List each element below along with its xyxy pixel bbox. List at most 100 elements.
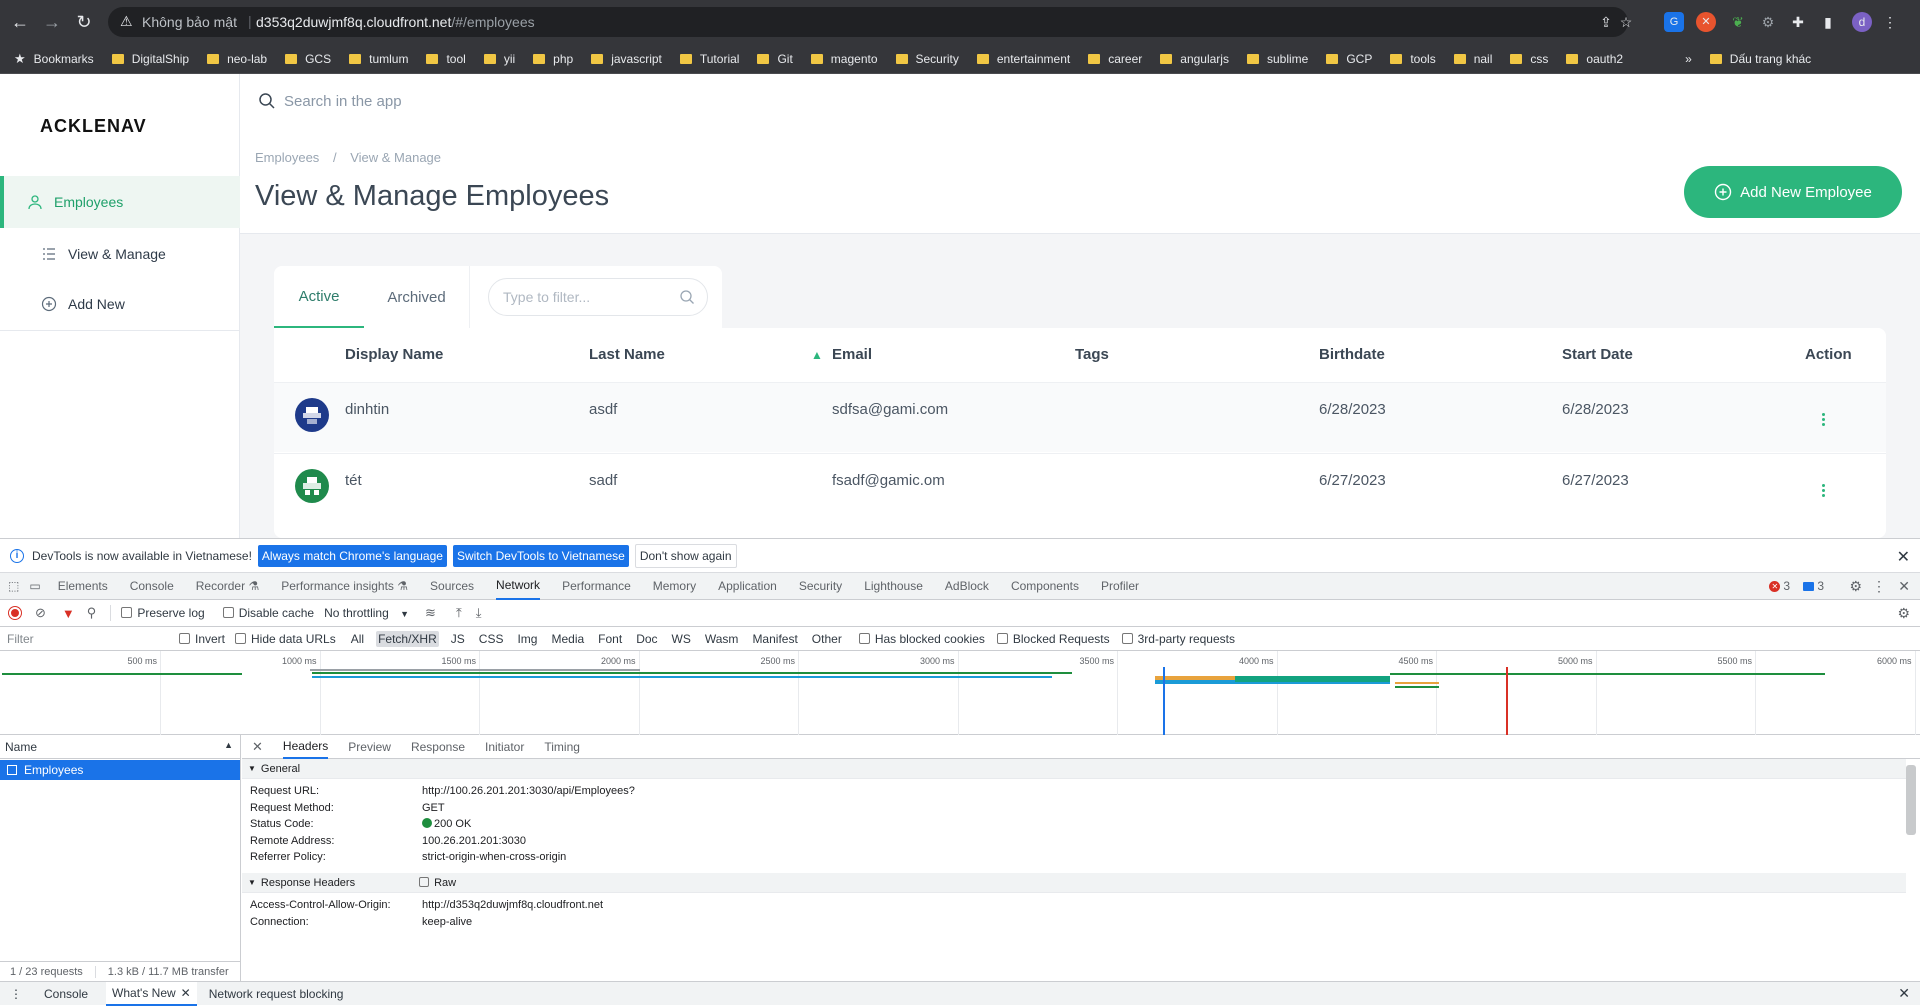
drawer-menu-icon[interactable]: ⋮	[10, 987, 22, 1001]
message-count[interactable]: 3	[1803, 579, 1824, 593]
settings-gear-icon[interactable]: ⚙	[1849, 578, 1862, 595]
side-panel-icon[interactable]: ▮	[1818, 12, 1838, 32]
bookmark-item[interactable]: angularjs	[1160, 52, 1229, 66]
menu-dots-icon[interactable]: ⋮	[1880, 12, 1900, 32]
general-section-header[interactable]: ▼ General	[242, 759, 1906, 779]
disable-cache-checkbox[interactable]: Disable cache	[222, 606, 314, 620]
column-header-tags[interactable]: Tags	[1075, 346, 1109, 363]
resource-type-filter[interactable]: All	[349, 631, 366, 647]
devtools-tab[interactable]: Lighthouse	[864, 573, 923, 600]
resource-type-filter[interactable]: Fetch/XHR	[376, 630, 439, 647]
devtools-tab[interactable]: Elements	[58, 573, 108, 600]
column-header-start-date[interactable]: Start Date	[1562, 346, 1633, 363]
bookmark-item[interactable]: css	[1510, 52, 1548, 66]
third-party-checkbox[interactable]: 3rd-party requests	[1121, 632, 1235, 646]
extension-icon[interactable]: ✕	[1696, 12, 1716, 32]
table-row[interactable]: dinhtin asdf sdfsa@gami.com 6/28/2023 6/…	[274, 382, 1886, 452]
detail-tab[interactable]: Initiator	[485, 735, 524, 759]
detail-tab[interactable]: Preview	[348, 735, 391, 759]
network-timeline[interactable]: 500 ms 1000 ms 1500 ms 2000 ms 2500 ms 3000 m…	[0, 651, 1920, 735]
bookmark-item[interactable]: career	[1088, 52, 1142, 66]
devtools-tab[interactable]: Performance	[562, 573, 631, 600]
detail-tab[interactable]: Timing	[544, 735, 580, 759]
network-filter-input[interactable]: Filter	[7, 632, 167, 646]
back-arrow-icon[interactable]: ←	[10, 12, 30, 32]
raw-checkbox[interactable]: Raw	[419, 876, 456, 889]
detail-tab[interactable]: Response	[411, 735, 465, 759]
column-header-email[interactable]: Email	[832, 346, 872, 363]
resource-type-filter[interactable]: Other	[810, 631, 844, 647]
sort-ascending-icon[interactable]: ▲	[811, 348, 823, 362]
search-icon[interactable]: ⚲	[87, 605, 97, 621]
hide-data-urls-checkbox[interactable]: Hide data URLs	[235, 632, 336, 646]
switch-devtools-language-button[interactable]: Switch DevTools to Vietnamese	[452, 544, 629, 567]
request-row-employees[interactable]: Employees	[0, 760, 240, 780]
more-options-icon[interactable]: ⋮	[1872, 578, 1886, 595]
close-icon[interactable]: ✕	[181, 986, 191, 1000]
match-chrome-language-button[interactable]: Always match Chrome's language	[257, 544, 447, 567]
sidebar-item-view-manage[interactable]: View & Manage	[0, 228, 240, 280]
address-bar[interactable]: ⚠ Không bảo mật | d353q2duwjmf8q.cloudfr…	[108, 7, 1632, 37]
column-header-birthdate[interactable]: Birthdate	[1319, 346, 1385, 363]
bookmark-item[interactable]: Git	[757, 52, 793, 66]
bookmark-item[interactable]: GCP	[1326, 52, 1372, 66]
row-actions-menu-icon[interactable]	[1822, 482, 1826, 499]
resource-type-filter[interactable]: Media	[549, 631, 586, 647]
tab-archived[interactable]: Archived	[364, 266, 470, 328]
resource-type-filter[interactable]: WS	[670, 631, 693, 647]
puzzle-extensions-icon[interactable]: ✚	[1788, 12, 1808, 32]
tab-active[interactable]: Active	[274, 266, 364, 328]
bookmark-item[interactable]: php	[533, 52, 573, 66]
resource-type-filter[interactable]: CSS	[477, 631, 506, 647]
bookmark-item[interactable]: magento	[810, 52, 878, 66]
drawer-tab-console[interactable]: Console	[44, 987, 88, 1001]
resource-type-filter[interactable]: Font	[596, 631, 624, 647]
drawer-tab-request-blocking[interactable]: Network request blocking	[209, 987, 344, 1001]
throttling-select[interactable]: No throttling ▼	[324, 606, 409, 620]
devtools-tab[interactable]: AdBlock	[945, 573, 989, 600]
profile-avatar[interactable]: d	[1852, 12, 1872, 32]
error-count[interactable]: ✕ 3	[1769, 579, 1790, 593]
device-toolbar-icon[interactable]: ▭	[29, 579, 40, 593]
share-icon[interactable]: ⇪	[1596, 12, 1616, 32]
devtools-tab[interactable]: Profiler	[1101, 573, 1139, 600]
reload-icon[interactable]: ↻	[74, 12, 94, 32]
resource-type-filter[interactable]: Manifest	[750, 631, 799, 647]
settings-gear-icon[interactable]: ⚙	[1897, 605, 1910, 622]
devtools-tab[interactable]: Memory	[653, 573, 696, 600]
gear-extension-icon[interactable]: ⚙	[1758, 12, 1778, 32]
column-header-last-name[interactable]: Last Name	[589, 346, 665, 363]
record-icon[interactable]	[9, 607, 21, 619]
filter-input[interactable]: Type to filter...	[488, 278, 708, 316]
bookmark-item[interactable]: DigitalShip	[111, 52, 189, 66]
bookmark-item[interactable]: ★ Bookmarks	[14, 51, 94, 67]
scrollbar[interactable]	[1906, 765, 1916, 835]
column-header-display-name[interactable]: Display Name	[345, 346, 443, 363]
devtools-tab[interactable]: Console	[130, 573, 174, 600]
devtools-tab[interactable]: Components	[1011, 573, 1079, 600]
row-actions-menu-icon[interactable]	[1822, 411, 1826, 428]
add-new-employee-button[interactable]: Add New Employee	[1684, 166, 1902, 218]
resource-type-filter[interactable]: Wasm	[703, 631, 741, 647]
bookmark-item[interactable]: oauth2	[1566, 52, 1623, 66]
table-row[interactable]: tét sadf fsadf@gamic.om 6/27/2023 6/27/2…	[274, 453, 1886, 523]
bookmark-item[interactable]: Dấu trang khác	[1709, 52, 1811, 66]
bookmark-item[interactable]: Security	[895, 52, 959, 66]
sidebar-item-employees[interactable]: Employees	[0, 176, 240, 228]
resource-type-filter[interactable]: Doc	[634, 631, 659, 647]
devtools-tab[interactable]: Network	[496, 573, 541, 600]
extension-icon[interactable]: ❦	[1728, 12, 1748, 32]
upload-icon[interactable]: ⤒	[456, 605, 462, 621]
invert-checkbox[interactable]: Invert	[179, 632, 225, 646]
close-icon[interactable]: ✕	[1898, 985, 1910, 1002]
network-conditions-icon[interactable]: ≋	[425, 605, 436, 621]
clear-icon[interactable]: ⊘	[35, 605, 46, 621]
close-icon[interactable]: ✕	[1897, 547, 1910, 567]
devtools-tab[interactable]: Application	[718, 573, 777, 600]
bookmarks-overflow-button[interactable]: »	[1685, 52, 1692, 66]
bookmark-star-icon[interactable]: ☆	[1616, 12, 1636, 32]
translate-extension-icon[interactable]: G	[1664, 12, 1684, 32]
bookmark-item[interactable]: yii	[483, 52, 515, 66]
blocked-requests-checkbox[interactable]: Blocked Requests	[996, 632, 1110, 646]
sidebar-item-add-new[interactable]: Add New	[0, 278, 240, 330]
